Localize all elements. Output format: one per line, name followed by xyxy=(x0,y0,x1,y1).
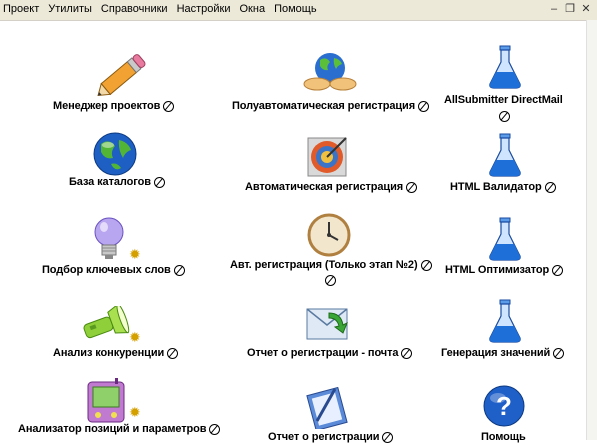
menu-directories[interactable]: Справочники xyxy=(100,3,169,15)
help-icon[interactable]: ? xyxy=(482,384,526,428)
lightbulb-icon[interactable] xyxy=(92,216,126,264)
tool-automatic-registration[interactable]: Автоматическая регистрация xyxy=(245,181,418,194)
tool-label: Полуавтоматическая регистрация xyxy=(232,100,416,113)
tool-auto-registration-stage2[interactable]: Авт. регистрация (Только этап №2) xyxy=(230,259,432,271)
restore-button[interactable]: ❐ xyxy=(563,2,577,16)
tool-label: Подбор ключевых слов xyxy=(42,264,171,277)
tool-label: Отчет о регистрации - почта xyxy=(247,347,399,360)
svg-text:?: ? xyxy=(496,391,512,421)
notebook-pen-icon[interactable] xyxy=(305,385,351,429)
pin-icon[interactable] xyxy=(325,275,336,286)
flashlight-icon[interactable] xyxy=(80,306,130,344)
pin-icon[interactable] xyxy=(406,181,418,193)
minimize-button[interactable]: ‒ xyxy=(547,2,561,16)
window-controls: ‒ ❐ ✕ xyxy=(545,2,593,16)
tool-help[interactable]: Помощь xyxy=(481,431,526,443)
mail-icon[interactable] xyxy=(305,303,351,343)
tool-competitor-analysis[interactable]: Анализ конкуренции xyxy=(53,347,179,360)
pin-icon[interactable] xyxy=(553,347,565,359)
flask-icon[interactable] xyxy=(487,216,523,262)
tool-label: База каталогов xyxy=(69,176,151,189)
tool-position-analyzer[interactable]: Анализатор позиций и параметров xyxy=(18,423,221,436)
vertical-scrollbar[interactable] xyxy=(586,20,597,440)
pin-icon[interactable] xyxy=(209,423,221,435)
menu-utilities[interactable]: Утилиты xyxy=(47,3,93,15)
tool-label: HTML Валидатор xyxy=(450,181,542,194)
tool-html-validator[interactable]: HTML Валидатор xyxy=(450,181,556,193)
tool-label: Анализатор позиций и параметров xyxy=(18,423,207,436)
pin-icon[interactable] xyxy=(420,259,432,271)
tool-label: Помощь xyxy=(481,431,526,443)
flask-icon[interactable] xyxy=(487,132,523,178)
pin-icon[interactable] xyxy=(544,181,556,193)
tool-value-generation[interactable]: Генерация значений xyxy=(441,347,565,360)
tool-label: Авт. регистрация (Только этап №2) xyxy=(230,259,418,272)
tool-html-optimizer[interactable]: HTML Оптимизатор xyxy=(445,264,564,277)
pin-icon[interactable] xyxy=(167,347,179,359)
flask-icon[interactable] xyxy=(487,298,523,344)
tool-label: Отчет о регистрации xyxy=(268,431,380,443)
close-button[interactable]: ✕ xyxy=(579,2,593,16)
globe-hands-icon[interactable] xyxy=(303,50,357,92)
tool-label: HTML Оптимизатор xyxy=(445,264,550,277)
tool-label: Автоматическая регистрация xyxy=(245,181,404,194)
menu-bar: Проект Утилиты Справочники Настройки Окн… xyxy=(0,0,597,21)
menu-help[interactable]: Помощь xyxy=(273,3,318,15)
tool-label: AllSubmitter DirectMail xyxy=(444,94,563,107)
globe-icon[interactable] xyxy=(91,130,139,178)
tool-registration-report-mail[interactable]: Отчет о регистрации - почта xyxy=(247,347,413,360)
pin-icon[interactable] xyxy=(163,100,175,112)
menu-settings[interactable]: Настройки xyxy=(176,3,232,15)
menu-project[interactable]: Проект xyxy=(2,3,40,15)
pin-icon[interactable] xyxy=(418,100,430,112)
sun-icon: ✹ xyxy=(129,404,141,420)
pin-icon[interactable] xyxy=(382,431,394,443)
menu-windows[interactable]: Окна xyxy=(239,3,267,15)
tool-registration-report[interactable]: Отчет о регистрации xyxy=(268,431,394,443)
clock-icon[interactable] xyxy=(306,212,352,258)
pin-icon[interactable] xyxy=(499,111,510,122)
menu-items: Проект Утилиты Справочники Настройки Окн… xyxy=(2,3,325,15)
pin-icon[interactable] xyxy=(173,264,185,276)
target-icon[interactable] xyxy=(306,134,350,178)
pin-icon[interactable] xyxy=(153,176,165,188)
pin-icon[interactable] xyxy=(552,264,564,276)
tool-label: Анализ конкуренции xyxy=(53,347,165,360)
sun-icon: ✹ xyxy=(129,329,141,345)
tool-keyword-selection[interactable]: Подбор ключевых слов xyxy=(42,264,185,276)
tool-project-manager[interactable]: Менеджер проектов xyxy=(53,100,175,113)
flask-icon[interactable] xyxy=(487,44,523,90)
tool-label: Генерация значений xyxy=(441,347,551,360)
tool-allsubmitter-directmail[interactable]: AllSubmitter DirectMail xyxy=(444,94,563,106)
sun-icon: ✹ xyxy=(129,246,141,262)
handheld-device-icon[interactable] xyxy=(86,378,126,424)
tool-semi-auto-registration[interactable]: Полуавтоматическая регистрация xyxy=(232,100,430,113)
tool-catalog-database[interactable]: База каталогов xyxy=(69,176,165,188)
tool-label: Менеджер проектов xyxy=(53,100,161,113)
pencil-icon[interactable] xyxy=(95,50,153,100)
pin-icon[interactable] xyxy=(401,347,413,359)
